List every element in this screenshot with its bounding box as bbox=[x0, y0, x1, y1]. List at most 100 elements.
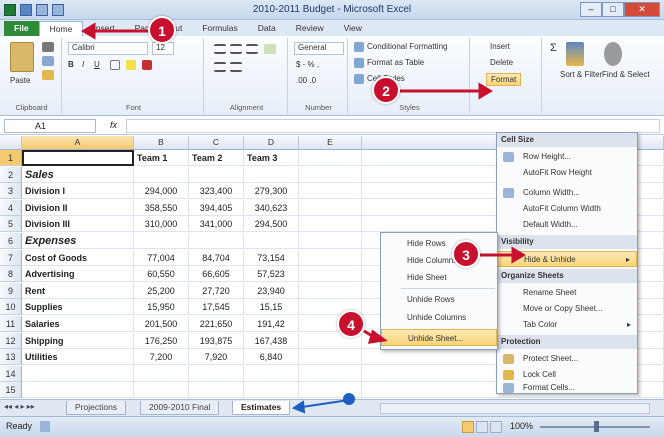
row-header[interactable]: 14 bbox=[0, 365, 22, 382]
copy-icon[interactable] bbox=[42, 56, 54, 66]
cell-a13[interactable]: Utilities bbox=[22, 349, 134, 366]
insert-button[interactable]: Insert bbox=[490, 42, 510, 51]
cell-b9[interactable]: 25,200 bbox=[134, 282, 189, 299]
cell-e14[interactable] bbox=[299, 365, 362, 382]
cell-a12[interactable]: Shipping bbox=[22, 332, 134, 349]
submenu-unhide-rows[interactable]: Unhide Rows bbox=[381, 291, 497, 308]
align-left-icon[interactable] bbox=[214, 44, 226, 54]
menu-item-hide-unhide[interactable]: Hide & Unhide ▸ bbox=[497, 251, 637, 267]
conditional-formatting-button[interactable]: Conditional Formatting bbox=[367, 42, 447, 51]
menu-item-protect-sheet[interactable]: Protect Sheet... bbox=[497, 351, 637, 367]
underline-button[interactable]: U bbox=[94, 60, 100, 69]
row-header[interactable]: 9 bbox=[0, 282, 22, 299]
menu-item-column-width[interactable]: Column Width... bbox=[497, 185, 637, 201]
cell-b13[interactable]: 7,200 bbox=[134, 349, 189, 366]
menu-item-row-height[interactable]: Row Height... bbox=[497, 149, 637, 165]
cell-d8[interactable]: 57,523 bbox=[244, 266, 299, 283]
column-header-b[interactable]: B bbox=[134, 136, 189, 150]
cell-b15[interactable] bbox=[134, 382, 189, 399]
cell-a8[interactable]: Advertising bbox=[22, 266, 134, 283]
autosum-icon[interactable]: Σ bbox=[550, 42, 557, 54]
cell-d14[interactable] bbox=[244, 365, 299, 382]
column-header-c[interactable]: C bbox=[189, 136, 244, 150]
cell-c12[interactable]: 193,875 bbox=[189, 332, 244, 349]
cell-b12[interactable]: 176,250 bbox=[134, 332, 189, 349]
cell-a9[interactable]: Rent bbox=[22, 282, 134, 299]
cell-b14[interactable] bbox=[134, 365, 189, 382]
row-header[interactable]: 15 bbox=[0, 382, 22, 399]
sheet-tab-2009-2010-final[interactable]: 2009-2010 Final bbox=[140, 401, 220, 415]
column-header-a[interactable]: A bbox=[22, 136, 134, 150]
cell-c1[interactable]: Team 2 bbox=[189, 150, 244, 166]
cell-c2[interactable] bbox=[189, 166, 244, 183]
cell-a7[interactable]: Cost of Goods bbox=[22, 249, 134, 266]
borders-icon[interactable] bbox=[110, 60, 120, 70]
formula-input[interactable] bbox=[126, 119, 660, 133]
find-select-icon[interactable] bbox=[604, 42, 622, 66]
tab-insert[interactable]: Insert bbox=[83, 21, 124, 36]
cell-c13[interactable]: 7,920 bbox=[189, 349, 244, 366]
cell-a1[interactable] bbox=[22, 150, 134, 166]
cell-e8[interactable] bbox=[299, 266, 362, 283]
row-header[interactable]: 7 bbox=[0, 249, 22, 266]
cell-d3[interactable]: 279,300 bbox=[244, 183, 299, 200]
maximize-button[interactable]: □ bbox=[602, 2, 624, 17]
cell-d9[interactable]: 23,940 bbox=[244, 282, 299, 299]
tab-formulas[interactable]: Formulas bbox=[192, 21, 247, 36]
cell-a11[interactable]: Salaries bbox=[22, 316, 134, 332]
row-header[interactable]: 1 bbox=[0, 150, 22, 166]
cell-c3[interactable]: 323,400 bbox=[189, 183, 244, 200]
submenu-unhide-columns[interactable]: Unhide Columns bbox=[381, 309, 497, 326]
indent-icon[interactable] bbox=[230, 62, 242, 72]
column-header-d[interactable]: D bbox=[244, 136, 299, 150]
name-box[interactable]: A1 bbox=[4, 119, 96, 133]
cell-b4[interactable]: 358,550 bbox=[134, 199, 189, 216]
row-header[interactable]: 10 bbox=[0, 299, 22, 316]
fill-color-icon[interactable] bbox=[126, 60, 136, 70]
submenu-hide-rows[interactable]: Hide Rows bbox=[381, 235, 497, 252]
delete-button[interactable]: Delete bbox=[490, 58, 513, 67]
tab-view[interactable]: View bbox=[334, 21, 372, 36]
cell-e3[interactable] bbox=[299, 183, 362, 200]
cell-c4[interactable]: 394,405 bbox=[189, 199, 244, 216]
sheet-tab-estimates[interactable]: Estimates bbox=[232, 401, 291, 415]
cell-b10[interactable]: 15,950 bbox=[134, 299, 189, 316]
cell-e9[interactable] bbox=[299, 282, 362, 299]
column-header-e[interactable]: E bbox=[299, 136, 362, 150]
cell-d13[interactable]: 6,840 bbox=[244, 349, 299, 366]
view-buttons[interactable] bbox=[462, 421, 502, 433]
cell-e4[interactable] bbox=[299, 199, 362, 216]
cell-c11[interactable]: 221,650 bbox=[189, 316, 244, 332]
cell-d12[interactable]: 167,438 bbox=[244, 332, 299, 349]
cell-e6[interactable] bbox=[299, 233, 362, 249]
menu-item-autofit-row-height[interactable]: AutoFit Row Height bbox=[497, 165, 637, 181]
cell-c8[interactable]: 66,605 bbox=[189, 266, 244, 283]
row-header[interactable]: 13 bbox=[0, 349, 22, 366]
row-header[interactable]: 8 bbox=[0, 266, 22, 283]
format-painter-icon[interactable] bbox=[42, 70, 54, 80]
cell-b2[interactable] bbox=[134, 166, 189, 183]
tab-review[interactable]: Review bbox=[286, 21, 334, 36]
row-header[interactable]: 6 bbox=[0, 233, 22, 249]
cell-a4[interactable]: Division II bbox=[22, 199, 134, 216]
cell-a5[interactable]: Division III bbox=[22, 216, 134, 233]
submenu-unhide-sheet[interactable]: Unhide Sheet... bbox=[381, 329, 497, 346]
menu-item-tab-color[interactable]: Tab Color ▸ bbox=[497, 317, 637, 333]
row-header[interactable]: 5 bbox=[0, 216, 22, 233]
cell-b6[interactable] bbox=[134, 233, 189, 249]
font-color-icon[interactable] bbox=[142, 60, 152, 70]
zoom-slider-thumb[interactable] bbox=[594, 421, 599, 432]
italic-button[interactable]: I bbox=[82, 60, 84, 69]
menu-item-rename-sheet[interactable]: Rename Sheet bbox=[497, 285, 637, 301]
cell-e5[interactable] bbox=[299, 216, 362, 233]
menu-item-default-width[interactable]: Default Width... bbox=[497, 217, 637, 233]
horizontal-scrollbar[interactable] bbox=[380, 403, 650, 414]
fx-icon[interactable]: fx bbox=[110, 120, 117, 130]
tab-file[interactable]: File bbox=[4, 21, 39, 36]
currency-button[interactable]: $ - % , bbox=[296, 60, 319, 69]
cell-e2[interactable] bbox=[299, 166, 362, 183]
row-header[interactable]: 2 bbox=[0, 166, 22, 183]
cell-c6[interactable] bbox=[189, 233, 244, 249]
tab-home[interactable]: Home bbox=[38, 21, 84, 36]
macro-record-icon[interactable] bbox=[40, 421, 50, 432]
